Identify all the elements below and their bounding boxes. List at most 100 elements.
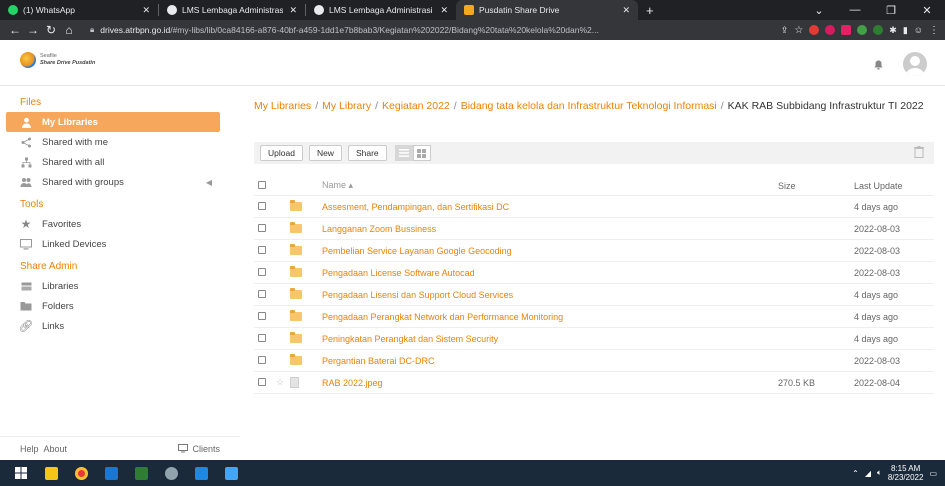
table-row[interactable]: Pengadaan Perangkat Network dan Performa… [254, 306, 934, 328]
trash-icon[interactable] [914, 145, 924, 161]
checkbox[interactable] [258, 223, 266, 232]
row-checkbox-cell[interactable] [254, 333, 276, 344]
grid-view-icon[interactable] [412, 145, 431, 161]
row-name-link[interactable]: Pembelian Service Layanan Google Geocodi… [322, 246, 778, 256]
puzzle-icon[interactable]: ✱ [889, 25, 897, 36]
breadcrumb-link[interactable]: Bidang tata kelola dan Infrastruktur Tek… [461, 100, 717, 112]
row-name-link[interactable]: RAB 2022.jpeg [322, 378, 778, 388]
table-row[interactable]: Peningkatan Perangkat dan Sistem Securit… [254, 328, 934, 350]
table-row[interactable]: Pembelian Service Layanan Google Geocodi… [254, 240, 934, 262]
extension-icon[interactable] [841, 25, 852, 35]
row-name-link[interactable]: Pengadaan Perangkat Network dan Performa… [322, 312, 778, 322]
menu-icon[interactable]: ⋮ [929, 25, 939, 36]
close-icon[interactable]: ✕ [434, 5, 448, 16]
breadcrumb-link[interactable]: My Library [322, 100, 371, 112]
row-name-link[interactable]: Pengadaan License Software Autocad [322, 268, 778, 278]
chevron-up-icon[interactable]: ⌃ [852, 469, 859, 478]
clients-link[interactable]: Clients [178, 444, 220, 454]
help-link[interactable]: Help [20, 444, 39, 454]
new-button[interactable]: New [308, 145, 342, 161]
reload-icon[interactable]: ↻ [42, 23, 60, 37]
row-checkbox-cell[interactable] [254, 267, 276, 278]
row-name-link[interactable]: Pengadaan Lisensi dan Support Cloud Serv… [322, 290, 778, 300]
sidebar-item-favorites[interactable]: ★ Favorites [6, 214, 220, 234]
sidebar-item-shared-with-all[interactable]: Shared with all [6, 152, 220, 172]
table-row[interactable]: Pergantian Baterai DC-DRC 2022-08-03 [254, 350, 934, 372]
row-checkbox-cell[interactable] [254, 289, 276, 300]
share-button[interactable]: Share [347, 145, 387, 161]
star-icon[interactable]: ☆ [276, 377, 290, 388]
outlook-icon[interactable] [96, 460, 126, 486]
close-icon[interactable]: ✕ [616, 5, 630, 16]
extension-icon[interactable] [873, 25, 884, 35]
excel-icon[interactable] [126, 460, 156, 486]
tab-lms-2[interactable]: LMS Lembaga Administrasi Nega ✕ [306, 0, 456, 20]
chrome-icon[interactable] [66, 460, 96, 486]
logo[interactable]: Seafile Share Drive Pusdatin [20, 52, 95, 68]
bell-icon[interactable] [874, 60, 883, 70]
tab-lms-1[interactable]: LMS Lembaga Administrasi Nega ✕ [159, 0, 305, 20]
speaker-icon[interactable]: 🔈︎ [877, 468, 882, 478]
sidebar-item-libraries[interactable]: Libraries [6, 276, 220, 296]
row-checkbox-cell[interactable] [254, 311, 276, 322]
column-size[interactable]: Size [778, 181, 854, 191]
breadcrumb-link[interactable]: Kegiatan 2022 [382, 100, 450, 112]
row-name-link[interactable]: Assesment, Pendampingan, dan Sertifikasi… [322, 202, 778, 212]
checkbox[interactable] [258, 377, 266, 386]
file-explorer-icon[interactable] [36, 460, 66, 486]
sidebar-item-links[interactable]: 🔗︎ Links [6, 316, 220, 336]
url-field[interactable]: 🔒︎ drives.atrbpn.go.id /#my-libs/lib/0ca… [84, 22, 775, 38]
windows-start-icon[interactable] [6, 460, 36, 486]
checkbox[interactable] [258, 333, 266, 342]
sidebar-item-linked-devices[interactable]: Linked Devices [6, 234, 220, 254]
notification-icon[interactable]: ▭ [929, 469, 937, 478]
chat-app-icon[interactable] [216, 460, 246, 486]
extension-icon[interactable] [809, 25, 820, 35]
breadcrumb-link[interactable]: My Libraries [254, 100, 311, 112]
list-view-icon[interactable] [394, 145, 413, 161]
row-checkbox-cell[interactable] [254, 377, 276, 388]
close-window-icon[interactable]: ✕ [909, 4, 945, 17]
row-name-link[interactable]: Pergantian Baterai DC-DRC [322, 356, 778, 366]
sidebar-item-shared-with-groups[interactable]: Shared with groups ◀ [6, 172, 220, 192]
minimize-icon[interactable]: — [837, 4, 873, 16]
back-icon[interactable]: ← [6, 23, 24, 37]
row-checkbox-cell[interactable] [254, 355, 276, 366]
select-all-checkbox[interactable] [254, 180, 276, 191]
wifi-icon[interactable]: ◢ [865, 469, 871, 478]
row-name-link[interactable]: Peningkatan Perangkat dan Sistem Securit… [322, 334, 778, 344]
sidebar-item-my-libraries[interactable]: My Libraries [6, 112, 220, 132]
sidepanel-icon[interactable]: ▮ [903, 25, 908, 36]
column-last-update[interactable]: Last Update [854, 181, 934, 191]
checkbox[interactable] [258, 180, 266, 189]
star-icon[interactable]: ☆ [794, 25, 803, 36]
table-row[interactable]: ☆ RAB 2022.jpeg 270.5 KB 2022-08-04 [254, 372, 934, 394]
about-link[interactable]: About [44, 444, 68, 454]
share-icon[interactable]: ⇪ [781, 25, 789, 36]
row-checkbox-cell[interactable] [254, 223, 276, 234]
tab-pusdatin-share-drive[interactable]: Pusdatin Share Drive ✕ [456, 0, 638, 20]
row-checkbox-cell[interactable] [254, 201, 276, 212]
app-icon[interactable] [156, 460, 186, 486]
home-icon[interactable]: ⌂ [60, 23, 78, 37]
checkbox[interactable] [258, 245, 266, 254]
close-icon[interactable]: ✕ [283, 5, 297, 16]
sidebar-item-folders[interactable]: Folders [6, 296, 220, 316]
word-icon[interactable] [186, 460, 216, 486]
clock[interactable]: 8:15 AM 8/23/2022 [888, 464, 924, 482]
row-name-link[interactable]: Langganan Zoom Bussiness [322, 224, 778, 234]
new-tab-button[interactable]: + [638, 0, 662, 20]
forward-icon[interactable]: → [24, 23, 42, 37]
table-row[interactable]: Pengadaan Lisensi dan Support Cloud Serv… [254, 284, 934, 306]
caret-left-icon[interactable]: ◀ [206, 178, 212, 187]
close-icon[interactable]: ✕ [136, 5, 150, 16]
checkbox[interactable] [258, 201, 266, 210]
tab-whatsapp[interactable]: (1) WhatsApp ✕ [0, 0, 158, 20]
checkbox[interactable] [258, 289, 266, 298]
sidebar-item-shared-with-me[interactable]: Shared with me [6, 132, 220, 152]
table-row[interactable]: Assesment, Pendampingan, dan Sertifikasi… [254, 196, 934, 218]
table-row[interactable]: Pengadaan License Software Autocad 2022-0… [254, 262, 934, 284]
column-name[interactable]: Name ▴ [322, 180, 778, 191]
table-row[interactable]: Langganan Zoom Bussiness 2022-08-03 [254, 218, 934, 240]
extension-icon[interactable] [825, 25, 836, 35]
